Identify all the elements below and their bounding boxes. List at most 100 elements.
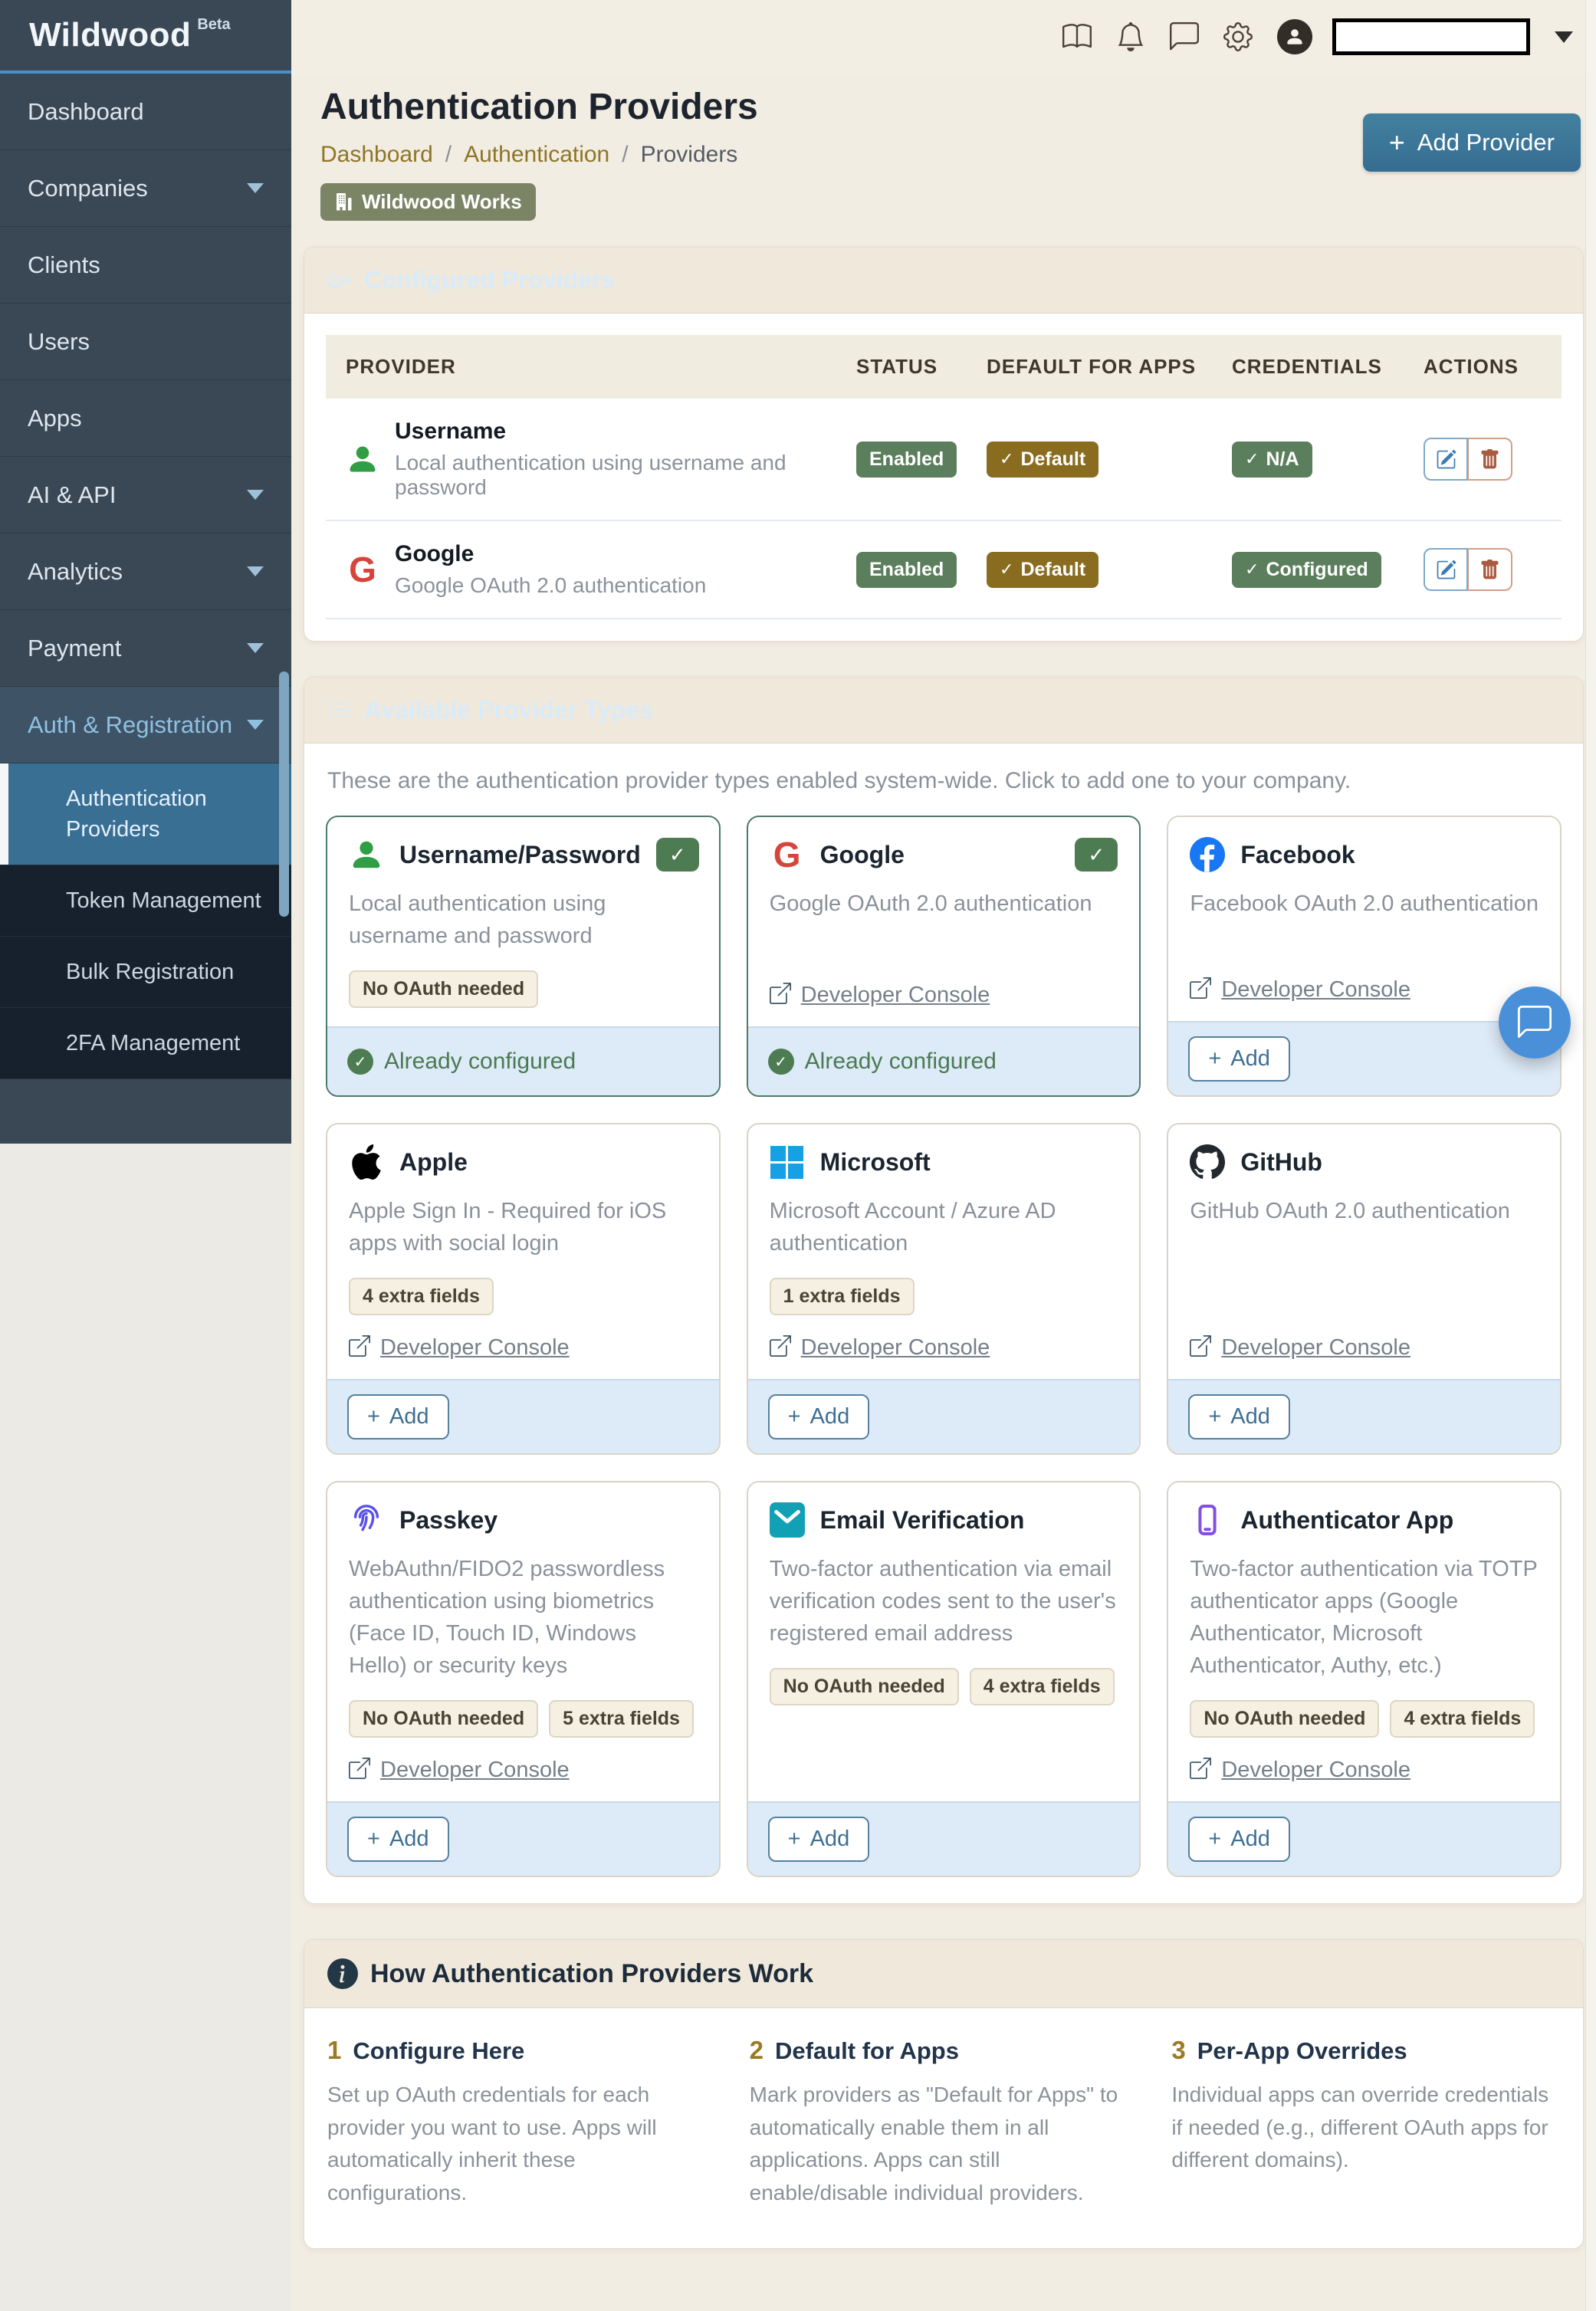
tag-badge: 5 extra fields	[549, 1700, 694, 1738]
person-icon	[346, 442, 379, 476]
provider-card-github[interactable]: GitHub GitHub OAuth 2.0 authentication D…	[1167, 1123, 1562, 1455]
sidebar-item-companies[interactable]: Companies	[0, 150, 291, 227]
add-button[interactable]: +Add	[347, 1817, 449, 1862]
app-logo: Wildwood Beta	[0, 0, 291, 74]
provider-card-username-password[interactable]: Username/Password ✓ Local authentication…	[326, 816, 721, 1097]
step-per-app-overrides: 3 Per-App Overrides Individual apps can …	[1171, 2036, 1558, 2209]
provider-card-email-verification[interactable]: Email Verification Two-factor authentica…	[747, 1481, 1141, 1877]
already-configured-note: ✓ Already configured	[768, 1049, 997, 1075]
messages-chat-icon[interactable]	[1170, 22, 1199, 51]
chevron-down-icon	[247, 183, 264, 193]
chat-fab-button[interactable]	[1499, 986, 1571, 1059]
chevron-down-icon	[247, 490, 264, 500]
add-button[interactable]: +Add	[768, 1394, 870, 1439]
sidebar-item-ai-api[interactable]: AI & API	[0, 457, 291, 533]
notifications-bell-icon[interactable]	[1116, 22, 1145, 51]
add-button[interactable]: +Add	[1188, 1036, 1290, 1082]
developer-console-link[interactable]: Developer Console	[1190, 1738, 1410, 1783]
external-link-icon	[1190, 977, 1211, 1003]
user-avatar[interactable]	[1277, 19, 1312, 54]
developer-console-link[interactable]: Developer Console	[1190, 1315, 1410, 1361]
check-icon: ✓	[1245, 560, 1259, 579]
sidebar-item-2fa-management[interactable]: 2FA Management	[0, 1008, 291, 1079]
developer-console-link[interactable]: Developer Console	[1190, 957, 1410, 1003]
settings-gear-icon[interactable]	[1223, 22, 1253, 51]
add-button[interactable]: +Add	[1188, 1817, 1290, 1862]
provider-card-authenticator-app[interactable]: Authenticator App Two-factor authenticat…	[1167, 1481, 1562, 1877]
add-provider-button[interactable]: + Add Provider	[1363, 113, 1581, 172]
sidebar-item-bulk-registration[interactable]: Bulk Registration	[0, 937, 291, 1008]
sidebar-item-apps[interactable]: Apps	[0, 380, 291, 457]
breadcrumb-dashboard[interactable]: Dashboard	[320, 142, 433, 168]
add-button[interactable]: +Add	[347, 1394, 449, 1439]
provider-name: Google	[820, 841, 905, 869]
table-row: Username Local authentication using user…	[326, 399, 1562, 521]
delete-button[interactable]	[1468, 438, 1512, 481]
available-provider-types-header: Available Provider Types	[304, 678, 1583, 744]
company-badge-label: Wildwood Works	[362, 190, 522, 214]
developer-console-link[interactable]: Developer Console	[770, 1315, 990, 1361]
edit-button[interactable]	[1424, 438, 1468, 481]
provider-card-facebook[interactable]: Facebook Facebook OAuth 2.0 authenticati…	[1167, 816, 1562, 1097]
facebook-icon	[1190, 837, 1225, 872]
check-circle-icon: ✓	[768, 1049, 794, 1075]
provider-card-passkey[interactable]: Passkey WebAuthn/FIDO2 passwordless auth…	[326, 1481, 721, 1877]
sidebar-item-analytics[interactable]: Analytics	[0, 533, 291, 610]
beta-badge: Beta	[197, 16, 230, 34]
provider-name: Username	[395, 419, 856, 445]
enabled-check-badge: ✓	[1075, 838, 1118, 872]
default-badge: ✓Default	[987, 552, 1098, 588]
key-icon	[327, 268, 352, 293]
provider-description: Local authentication using username and …	[349, 888, 698, 952]
card-footer: ✓ Already configured	[748, 1026, 1140, 1095]
developer-console-link[interactable]: Developer Console	[349, 1738, 570, 1783]
sidebar-empty-area	[0, 1144, 291, 2311]
developer-console-link[interactable]: Developer Console	[770, 963, 990, 1008]
sidebar-item-authentication-providers[interactable]: Authentication Providers	[0, 763, 291, 865]
how-it-works-header: How Authentication Providers Work	[304, 1940, 1583, 2008]
sidebar: Wildwood Beta Dashboard Companies Client…	[0, 0, 291, 1144]
add-button[interactable]: +Add	[1188, 1394, 1290, 1439]
table-header-row: PROVIDER STATUS DEFAULT FOR APPS CREDENT…	[326, 335, 1562, 399]
app-logo-text: Wildwood	[29, 16, 191, 54]
add-button[interactable]: +Add	[768, 1817, 870, 1862]
docs-book-icon[interactable]	[1062, 22, 1092, 51]
page-scrollbar[interactable]	[1585, 0, 1596, 2311]
delete-button[interactable]	[1468, 548, 1512, 591]
check-icon: ✓	[1245, 449, 1259, 469]
external-link-icon	[349, 1335, 370, 1361]
available-provider-types-section: Available Provider Types These are the a…	[304, 677, 1584, 1904]
user-menu-chevron-icon[interactable]	[1555, 31, 1573, 43]
developer-console-link[interactable]: Developer Console	[349, 1315, 570, 1361]
sidebar-scrollbar[interactable]	[279, 671, 289, 917]
how-it-works-section: How Authentication Providers Work 1 Conf…	[304, 1939, 1584, 2248]
provider-name: Email Verification	[820, 1506, 1025, 1535]
sidebar-item-users[interactable]: Users	[0, 304, 291, 380]
sidebar-item-clients[interactable]: Clients	[0, 227, 291, 304]
topbar	[291, 0, 1596, 74]
smartphone-icon	[1190, 1502, 1225, 1538]
provider-name: Authenticator App	[1240, 1506, 1453, 1535]
breadcrumb-providers: Providers	[641, 142, 738, 168]
sidebar-item-dashboard[interactable]: Dashboard	[0, 74, 291, 150]
provider-description: Apple Sign In - Required for iOS apps wi…	[349, 1195, 698, 1259]
tag-badge: No OAuth needed	[770, 1668, 959, 1705]
sidebar-item-token-management[interactable]: Token Management	[0, 865, 291, 937]
external-link-icon	[1190, 1335, 1211, 1361]
provider-card-google[interactable]: G Google ✓ Google OAuth 2.0 authenticati…	[747, 816, 1141, 1097]
card-footer: +Add	[748, 1379, 1140, 1453]
google-icon: G	[346, 553, 379, 586]
sidebar-item-auth-registration[interactable]: Auth & Registration	[0, 687, 291, 763]
provider-card-microsoft[interactable]: Microsoft Microsoft Account / Azure AD a…	[747, 1123, 1141, 1455]
chat-bubble-icon	[1518, 1006, 1552, 1039]
breadcrumb-authentication[interactable]: Authentication	[464, 142, 609, 168]
edit-button[interactable]	[1424, 548, 1468, 591]
configured-providers-header: Configured Providers	[304, 248, 1583, 313]
sidebar-item-payment[interactable]: Payment	[0, 610, 291, 687]
check-circle-icon: ✓	[347, 1049, 373, 1075]
enabled-check-badge: ✓	[656, 838, 699, 872]
chevron-down-icon	[247, 643, 264, 653]
provider-card-apple[interactable]: Apple Apple Sign In - Required for iOS a…	[326, 1123, 721, 1455]
tag-badge: 4 extra fields	[349, 1278, 494, 1315]
provider-description: Facebook OAuth 2.0 authentication	[1190, 888, 1539, 920]
